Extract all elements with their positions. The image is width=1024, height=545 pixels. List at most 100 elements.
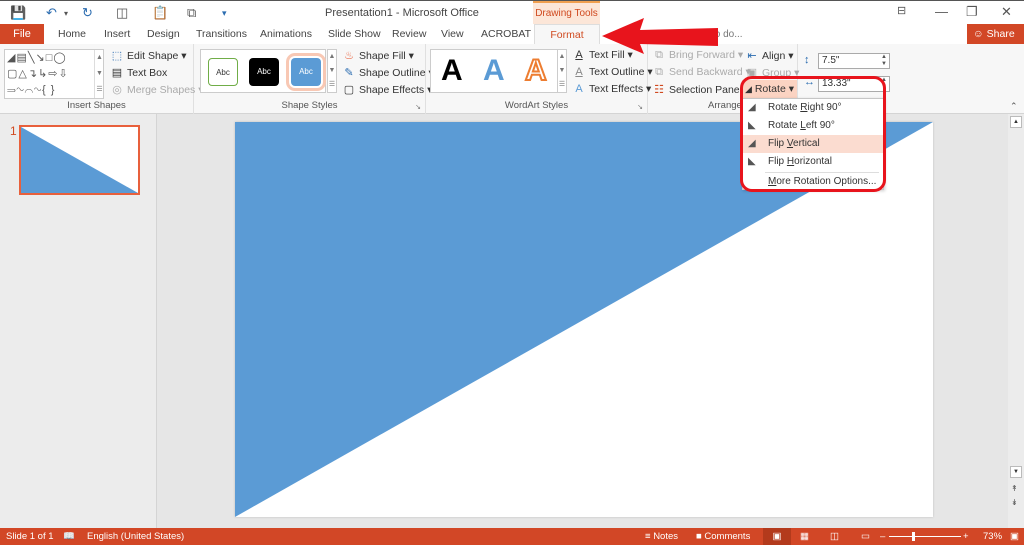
wordart-gallery-scroll[interactable]: ▲ ▼ ☰	[557, 49, 567, 93]
wordart-black[interactable]: A	[441, 54, 463, 88]
shape-width-icon: ↔	[804, 76, 815, 88]
thumbnail-triangle	[21, 127, 138, 193]
close-icon[interactable]: ✕	[1001, 4, 1012, 20]
text-outline-button[interactable]: A Text Outline ▾	[572, 66, 652, 78]
edit-shape-button[interactable]: ⬚ Edit Shape ▾	[110, 49, 187, 62]
notes-icon: ≡	[645, 531, 654, 542]
shape-outline-button[interactable]: ✎Shape Outline ▾	[342, 66, 433, 79]
shape-height-input[interactable]: 7.5" ▲ ▼	[818, 53, 890, 69]
slide-show-icon[interactable]: ▭	[861, 531, 870, 542]
tab-design[interactable]: Design	[147, 28, 180, 40]
tab-acrobat[interactable]: ACROBAT	[481, 28, 531, 40]
scroll-down-icon[interactable]: ▼	[1010, 466, 1022, 478]
vertical-scrollbar[interactable]: ▲ ▼ ↟ ↡	[1008, 114, 1024, 528]
shape-styles-gallery: Abc Abc Abc	[200, 49, 326, 93]
zoom-level[interactable]: 73%	[983, 531, 1002, 542]
shape-fill-button[interactable]: ♨ Shape Fill ▾	[342, 49, 414, 62]
minimize-icon[interactable]: —	[935, 4, 948, 19]
next-slide-icon[interactable]: ↡	[1011, 498, 1018, 507]
rotate-right-icon: ◢	[748, 102, 756, 113]
undo-icon[interactable]: ↶	[46, 5, 57, 21]
height-spinner-icon[interactable]: ▲ ▼	[881, 54, 887, 68]
slide-sorter-icon[interactable]: ▦	[800, 531, 809, 542]
tab-animations[interactable]: Animations	[260, 28, 312, 40]
wordart-orange-outline[interactable]: A	[524, 53, 548, 88]
title-bar: 💾 ↶ ▾ ↻ ◫ 📋 ⧉ ▾ Presentation1 - Microsof…	[0, 0, 1024, 25]
save-icon[interactable]: 💾	[10, 5, 26, 21]
ribbon-display-options-icon[interactable]: ⊟	[897, 4, 906, 17]
zoom-slider[interactable]	[889, 536, 961, 537]
collapse-ribbon-icon[interactable]: ⌃	[1010, 101, 1018, 112]
tab-home[interactable]: Home	[58, 28, 86, 40]
menu-item-rotate-left-90[interactable]: ◣ Rotate Left 90°	[743, 117, 883, 135]
style-swatch-outline[interactable]: Abc	[208, 58, 238, 86]
edit-shape-icon: ⬚	[111, 50, 123, 62]
shape-height-icon: ↕	[804, 54, 810, 66]
shape-styles-gallery-scroll[interactable]: ▲ ▼ ☰	[327, 49, 337, 93]
merge-shapes-button[interactable]: ◎Merge Shapes ▾	[110, 83, 203, 96]
restore-icon[interactable]: ❐	[966, 4, 978, 20]
comments-button[interactable]: ■ Comments	[696, 531, 750, 542]
menu-item-flip-vertical[interactable]: ◢ Flip Vertical	[743, 135, 883, 153]
tab-file[interactable]: File	[0, 24, 44, 44]
rotate-button[interactable]: ◢ Rotate ▾	[742, 80, 797, 98]
wordart-blue[interactable]: A	[483, 54, 505, 88]
reading-view-icon[interactable]: ◫	[830, 531, 839, 542]
contextual-tab-group-label: Drawing Tools	[533, 1, 600, 25]
notes-button[interactable]: ≡ Notes	[645, 531, 678, 542]
menu-item-rotate-right-90[interactable]: ◢ Rotate Right 90°	[743, 99, 883, 117]
menu-item-flip-horizontal[interactable]: ◣ Flip Horizontal	[743, 153, 883, 171]
group-button[interactable]: ▣ Group ▾	[745, 66, 800, 79]
paste-icon[interactable]: 📋	[152, 5, 168, 21]
send-backward-button[interactable]: ⧉ Send Backward ▾	[652, 66, 751, 79]
zoom-out-icon[interactable]: –	[880, 531, 885, 542]
undo-dropdown-icon[interactable]: ▾	[64, 9, 68, 18]
slide-number: 1	[10, 124, 17, 138]
style-swatch-blue-selected[interactable]: Abc	[286, 53, 326, 91]
shape-effects-button[interactable]: ▢ Shape Effects ▾	[342, 83, 433, 96]
zoom-in-icon[interactable]: +	[963, 531, 969, 542]
text-fill-icon: A	[575, 49, 583, 61]
align-button[interactable]: ⇤ Align ▾	[745, 49, 793, 62]
tab-format[interactable]: Format	[534, 24, 600, 45]
tab-view[interactable]: View	[441, 28, 464, 40]
rotate-icon: ◢	[745, 84, 752, 94]
share-button[interactable]: ☺ Share	[967, 24, 1024, 44]
copy-icon[interactable]: ⧉	[187, 5, 196, 21]
dialog-launcher-icon[interactable]: ↘	[637, 103, 643, 111]
text-box-button[interactable]: ▤ Text Box	[110, 66, 167, 79]
shapes-gallery-scroll[interactable]: ▲ ▼ ☰	[94, 50, 104, 98]
tab-review[interactable]: Review	[392, 28, 426, 40]
pencil-icon: ✎	[344, 67, 354, 79]
tab-transitions[interactable]: Transitions	[196, 28, 247, 40]
dialog-launcher-icon[interactable]: ↘	[415, 103, 421, 111]
menu-item-more-rotation-options[interactable]: More Rotation Options...	[743, 173, 883, 191]
scroll-up-icon[interactable]: ▲	[1010, 116, 1022, 128]
group-label-insert-shapes: Insert Shapes	[67, 100, 126, 111]
shapes-gallery[interactable]: ◢▤╲↘□◯ ▢△↴↳⇨⇩ ⥰∿⌒∿{ }	[4, 49, 104, 99]
present-icon[interactable]: ◫	[116, 5, 128, 21]
slide-counter: Slide 1 of 1	[6, 531, 54, 542]
flip-vertical-icon: ◢	[748, 138, 756, 149]
slide-thumbnail[interactable]	[19, 125, 140, 195]
tab-insert[interactable]: Insert	[104, 28, 130, 40]
text-box-icon: ▤	[111, 67, 123, 79]
normal-view-icon[interactable]: ▣	[763, 528, 791, 545]
share-label: Share	[986, 28, 1015, 40]
zoom-slider-thumb[interactable]	[912, 532, 915, 541]
customize-qat-icon[interactable]: ▾	[222, 8, 227, 19]
style-swatch-black[interactable]: Abc	[249, 58, 279, 86]
status-bar: Slide 1 of 1 📖 English (United States) ≡…	[0, 528, 1024, 545]
redo-icon[interactable]: ↻	[82, 5, 93, 21]
fit-to-window-icon[interactable]: ▣	[1010, 531, 1019, 542]
previous-slide-icon[interactable]: ↟	[1011, 484, 1018, 493]
group-icon: ▣	[746, 67, 758, 79]
shape-width-input[interactable]: 13.33" ▲ ▼	[818, 76, 890, 92]
text-effects-icon: A	[575, 83, 583, 95]
tab-slide-show[interactable]: Slide Show	[328, 28, 381, 40]
width-spinner-icon[interactable]: ▲ ▼	[881, 77, 887, 91]
language-indicator[interactable]: English (United States)	[87, 531, 184, 542]
spell-check-icon[interactable]: 📖	[63, 531, 75, 542]
selection-pane-button[interactable]: ☷ Selection Pane	[652, 83, 740, 96]
text-effects-button[interactable]: A Text Effects ▾	[572, 83, 651, 95]
